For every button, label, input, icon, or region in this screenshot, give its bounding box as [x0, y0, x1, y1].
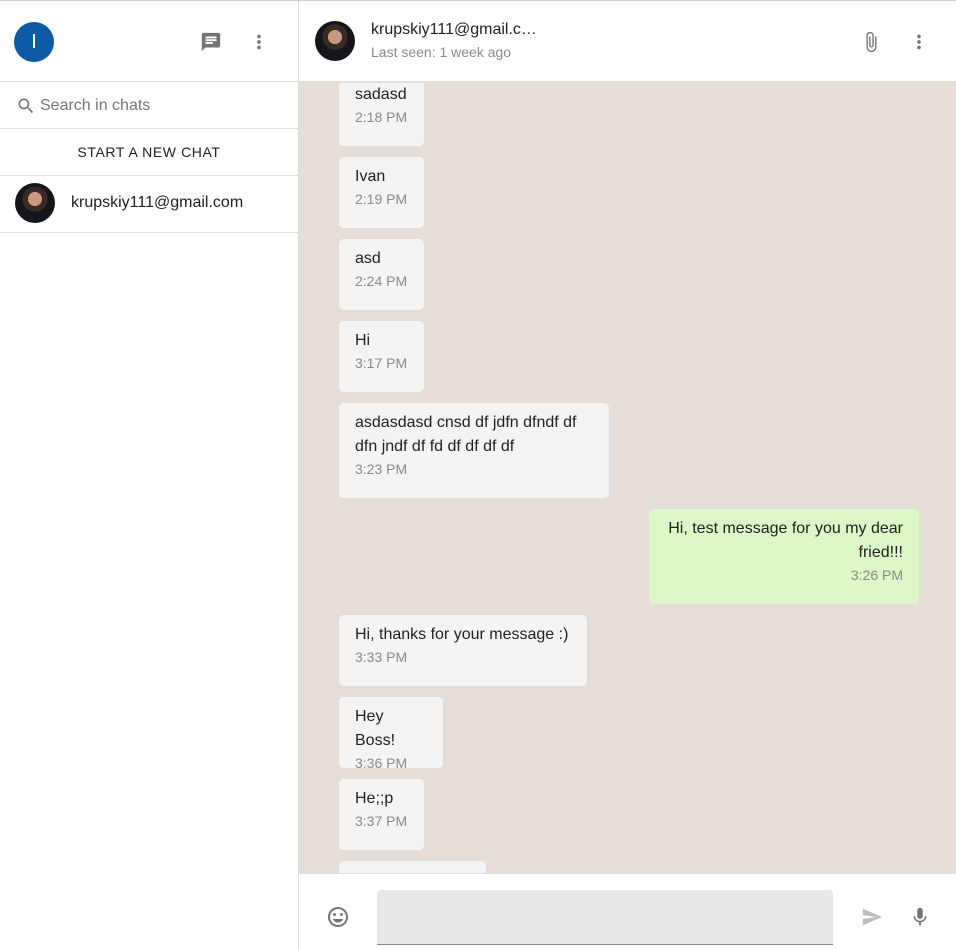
message-time: 3:33 PM — [355, 649, 408, 665]
message-bubble: asdasdasd cnsd df jdfn dfndf df dfn jndf… — [339, 403, 609, 498]
message-time: 3:37 PM — [355, 813, 408, 829]
message-time: 2:19 PM — [355, 191, 408, 207]
chat-list-item-title: krupskiy111@gmail.com — [71, 194, 244, 211]
user-avatar[interactable]: I — [14, 22, 54, 62]
message-text: He;;p — [355, 790, 394, 807]
message-time: 2:18 PM — [355, 109, 408, 125]
message-time: 3:23 PM — [355, 461, 408, 477]
contact-avatar[interactable] — [315, 21, 355, 61]
message-text: Hi — [355, 332, 371, 349]
search-icon — [16, 96, 36, 121]
search-input[interactable] — [40, 93, 280, 119]
chat-header: krupskiy111@gmail.c… Last seen: 1 week a… — [299, 1, 956, 82]
message-composer — [299, 873, 956, 949]
message-bubble: Hey Boss! 3:36 PM — [339, 697, 443, 771]
message-bubble: sadasd 2:18 PM — [339, 83, 424, 146]
message-bubble: Ivan 2:19 PM — [339, 157, 424, 228]
message-text: Ivan — [355, 168, 386, 185]
message-time: 3:36 PM — [355, 755, 408, 771]
microphone-icon[interactable] — [908, 905, 932, 929]
message-text: Hi, thanks for your message :) — [355, 626, 569, 643]
chat-panel: krupskiy111@gmail.c… Last seen: 1 week a… — [299, 0, 956, 949]
chat-menu-icon[interactable] — [907, 30, 931, 54]
message-bubble-outgoing: Hi, test message for you my dear fried!!… — [649, 509, 919, 604]
search-bar — [0, 83, 298, 129]
message-bubble: asd 2:24 PM — [339, 239, 424, 310]
message-bubble-partial — [339, 861, 486, 873]
message-bubble: Hi 3:17 PM — [339, 321, 424, 392]
send-icon[interactable] — [860, 905, 884, 929]
message-input[interactable] — [377, 890, 833, 945]
message-list[interactable]: sadasd 2:18 PM Ivan 2:19 PM asd 2:24 PM … — [299, 83, 956, 873]
message-text: asdasdasd cnsd df jdfn dfndf df dfn jndf… — [355, 414, 577, 455]
chat-last-seen: Last seen: 1 week ago — [371, 44, 512, 60]
message-bubble: Hi, thanks for your message :) 3:33 PM — [339, 615, 587, 686]
message-text: Hi, test message for you my dear fried!!… — [668, 520, 903, 561]
message-bubble: He;;p 3:37 PM — [339, 779, 424, 850]
message-time: 3:17 PM — [355, 355, 408, 371]
start-new-chat-button[interactable]: START A NEW CHAT — [0, 129, 298, 176]
chat-list-item[interactable]: krupskiy111@gmail.com — [0, 176, 298, 233]
chat-contact-name: krupskiy111@gmail.c… — [371, 21, 537, 38]
sidebar-header: I — [0, 1, 298, 82]
message-time: 2:24 PM — [355, 273, 408, 289]
new-chat-icon[interactable] — [199, 30, 223, 54]
message-text: asd — [355, 250, 381, 267]
sidebar-menu-icon[interactable] — [247, 30, 271, 54]
message-text: Hey Boss! — [355, 708, 396, 749]
paperclip-icon[interactable] — [859, 30, 883, 54]
emoji-icon[interactable] — [326, 905, 350, 929]
contact-avatar — [15, 183, 55, 223]
message-text: sadasd — [355, 86, 407, 103]
message-time: 3:26 PM — [850, 567, 903, 583]
sidebar: I START A NEW CHAT krupskiy111@gmail.com — [0, 0, 299, 949]
